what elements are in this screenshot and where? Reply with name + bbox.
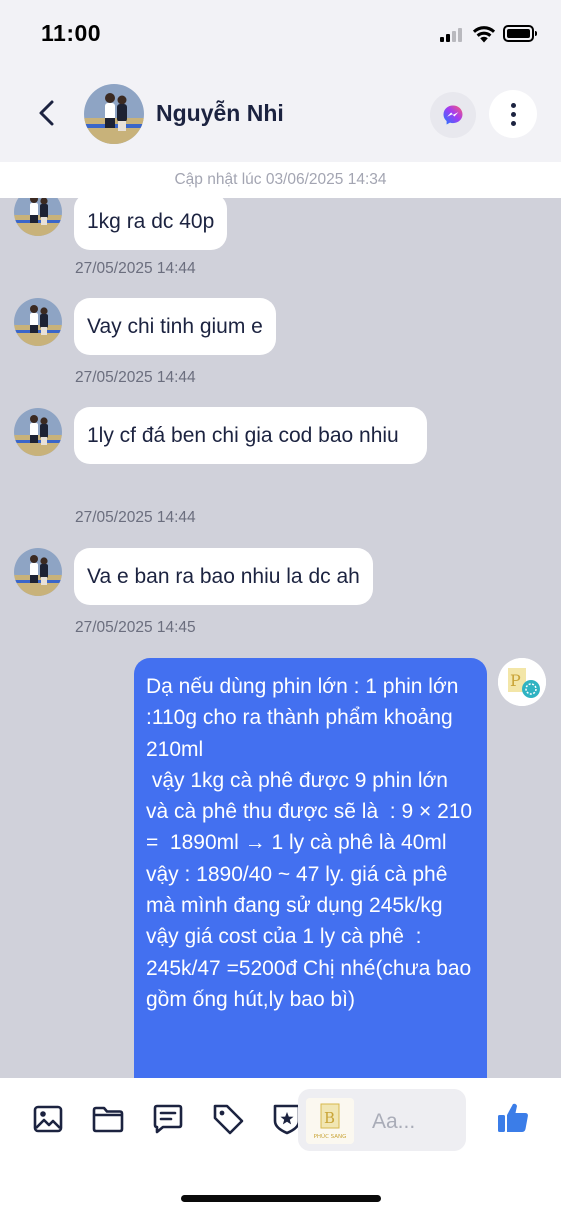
message-timestamp: 27/05/2025 14:44 [75, 369, 196, 386]
wifi-icon [472, 26, 496, 43]
thumbs-up-icon[interactable] [495, 1100, 531, 1136]
attachment-thumbnail[interactable]: B PHÚC SANG [306, 1098, 354, 1144]
more-vertical-icon [510, 102, 516, 108]
more-options-button[interactable] [489, 90, 537, 138]
message-timestamp: 27/05/2025 14:44 [75, 260, 196, 277]
message-bubble[interactable]: 1kg ra dc 40p [74, 198, 228, 250]
message-bubble[interactable]: Va e ban ra bao nhiu la dc ah [74, 548, 373, 605]
cellular-signal-icon [440, 26, 464, 42]
back-chevron-icon[interactable] [32, 97, 64, 129]
svg-text:P: P [510, 671, 521, 690]
sender-avatar[interactable] [14, 298, 62, 346]
messenger-icon [443, 105, 463, 125]
battery-icon [503, 25, 537, 42]
status-time: 11:00 [41, 20, 102, 46]
status-bar: 11:00 [0, 0, 561, 70]
last-updated-label: Cập nhật lúc 03/06/2025 14:34 [0, 162, 561, 198]
svg-text:B: B [324, 1109, 335, 1127]
tag-icon[interactable] [211, 1102, 245, 1136]
conversation-area[interactable]: 1kg ra dc 40p 27/05/2025 14:44 Vay chi t… [0, 198, 561, 1078]
contact-avatar[interactable] [84, 84, 144, 144]
messenger-button[interactable] [430, 92, 476, 138]
chat-header: Nguyễn Nhi [0, 70, 561, 162]
sender-avatar[interactable] [14, 198, 62, 236]
contact-name[interactable]: Nguyễn Nhi [156, 100, 284, 127]
sender-avatar[interactable] [14, 548, 62, 596]
thumbnail-caption: PHÚC SANG [314, 1133, 347, 1140]
message-template-icon[interactable] [151, 1102, 185, 1136]
own-avatar[interactable]: P [498, 658, 546, 706]
outgoing-message-bubble[interactable]: Dạ nếu dùng phin lớn : 1 phin lớn :110g … [134, 658, 487, 1078]
message-timestamp: 27/05/2025 14:44 [75, 509, 196, 526]
message-timestamp: 27/05/2025 14:45 [75, 619, 196, 636]
message-bubble[interactable]: Vay chi tinh gium e [74, 298, 276, 355]
home-indicator [181, 1195, 381, 1202]
sender-avatar[interactable] [14, 408, 62, 456]
folder-icon[interactable] [91, 1102, 125, 1136]
message-input-placeholder: Aa... [372, 1110, 416, 1133]
message-bubble[interactable]: 1ly cf đá ben chi gia cod bao nhiu [74, 407, 427, 464]
message-composer: B PHÚC SANG Aa... [0, 1078, 561, 1215]
image-icon[interactable] [31, 1102, 65, 1136]
